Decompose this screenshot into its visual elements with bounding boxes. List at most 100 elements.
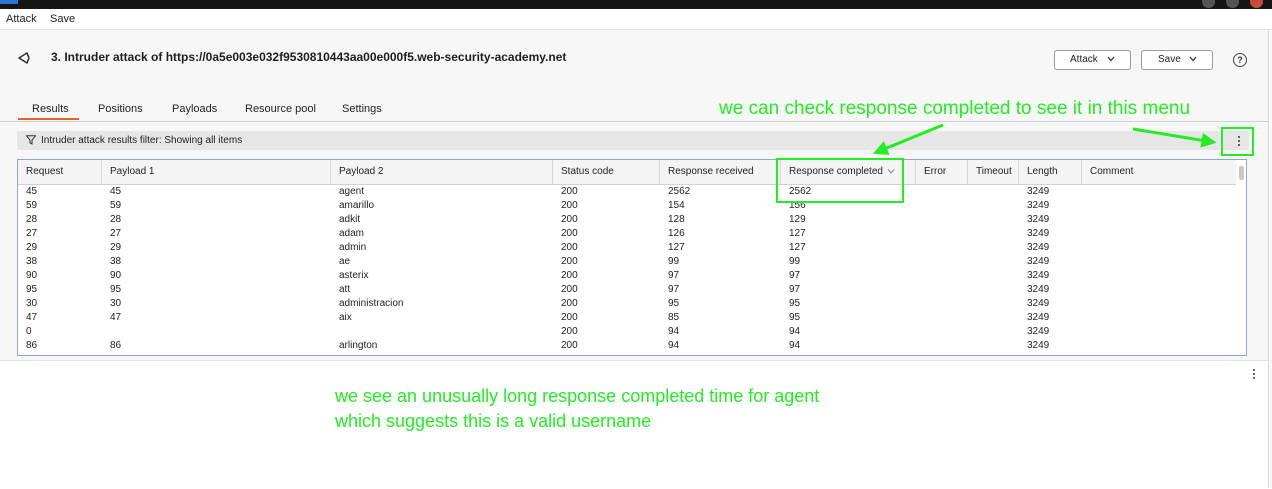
table-cell: 97 — [789, 284, 801, 295]
col-status-code[interactable]: Status code — [553, 160, 660, 184]
table-row[interactable]: 86 86 arlington 200 94 94 3249 — [18, 339, 1236, 353]
minimize-icon[interactable] — [1202, 0, 1215, 8]
help-icon[interactable]: ? — [1233, 53, 1247, 67]
table-cell: 129 — [789, 214, 806, 225]
table-cell — [916, 213, 968, 227]
table-cell — [916, 227, 968, 241]
attack-dropdown-button[interactable]: Attack — [1054, 50, 1131, 70]
table-cell — [1082, 227, 1236, 241]
table-row[interactable]: 38 38 ae 200 99 99 3249 — [18, 255, 1236, 269]
table-cell: 200 — [561, 256, 578, 267]
maximize-icon[interactable] — [1226, 0, 1239, 8]
col-length[interactable]: Length — [1019, 160, 1082, 184]
table-cell: 3249 — [1027, 242, 1050, 253]
table-cell: aix — [339, 312, 352, 323]
table-cell: 200 — [561, 242, 578, 253]
tab-positions[interactable]: Positions — [98, 103, 143, 115]
table-cell — [968, 255, 1019, 269]
table-cell: admin — [339, 242, 367, 253]
results-filter-bar[interactable]: Intruder attack results filter: Showing … — [17, 131, 1249, 150]
table-row[interactable]: 95 95 att 200 97 97 3249 — [18, 283, 1236, 297]
tab-resource-pool[interactable]: Resource pool — [245, 103, 316, 115]
window-titlebar — [0, 0, 1272, 9]
annotation-bottom-line2: which suggests this is a valid username — [335, 411, 652, 431]
col-payload-2[interactable]: Payload 2 — [331, 160, 553, 184]
table-cell — [1082, 269, 1236, 283]
annotation-top: we can check response completed to see i… — [719, 98, 1191, 119]
more-options-button[interactable] — [1221, 127, 1254, 156]
table-cell: 99 — [668, 256, 680, 267]
table-cell: 95 — [789, 298, 801, 309]
table-cell — [968, 227, 1019, 241]
table-cell: 85 — [668, 312, 680, 323]
lower-more-options-icon[interactable] — [1253, 369, 1256, 381]
table-cell: asterix — [339, 270, 369, 281]
table-cell: 200 — [561, 284, 578, 295]
table-cell — [102, 325, 331, 339]
table-cell — [968, 199, 1019, 213]
table-cell: 3249 — [1027, 256, 1050, 267]
table-cell: 95 — [668, 298, 680, 309]
table-cell: 94 — [789, 340, 801, 351]
table-cell: 127 — [668, 242, 685, 253]
table-cell: administracion — [339, 298, 404, 309]
table-cell: 95 — [789, 312, 801, 323]
table-cell: 99 — [789, 256, 801, 267]
close-icon[interactable] — [1250, 0, 1263, 8]
table-cell — [916, 269, 968, 283]
table-cell: 3249 — [1027, 340, 1050, 351]
table-cell: 3249 — [1027, 200, 1050, 211]
page-title: 3. Intruder attack of https://0a5e003e03… — [51, 50, 567, 64]
table-row[interactable]: 59 59 amarillo 200 154 156 3249 — [18, 199, 1236, 213]
table-cell: 200 — [561, 228, 578, 239]
table-row[interactable]: 29 29 admin 200 127 127 3249 — [18, 241, 1236, 255]
table-cell — [968, 213, 1019, 227]
table-cell: 59 — [110, 200, 122, 211]
table-row[interactable]: 0 200 94 94 3249 — [18, 325, 1236, 339]
table-cell: 97 — [668, 270, 680, 281]
table-cell: 45 — [26, 186, 38, 197]
table-cell — [968, 339, 1019, 353]
tab-results[interactable]: Results — [32, 103, 69, 115]
table-cell: 3249 — [1027, 270, 1050, 281]
save-dropdown-button[interactable]: Save — [1141, 50, 1213, 70]
table-cell: 97 — [789, 270, 801, 281]
table-cell — [916, 185, 968, 199]
menu-attack[interactable]: Attack — [6, 13, 37, 25]
table-cell: 30 — [110, 298, 122, 309]
table-cell: 3249 — [1027, 284, 1050, 295]
intruder-attack-icon — [18, 52, 30, 64]
table-cell — [968, 185, 1019, 199]
table-cell — [331, 325, 553, 339]
table-row[interactable]: 45 45 agent 200 2562 2562 3249 — [18, 185, 1236, 199]
col-timeout[interactable]: Timeout — [968, 160, 1019, 184]
col-payload-1[interactable]: Payload 1 — [102, 160, 331, 184]
menu-save[interactable]: Save — [50, 13, 75, 25]
table-cell: 3249 — [1027, 312, 1050, 323]
table-header: Request Payload 1 Payload 2 Status code … — [18, 160, 1236, 185]
right-gutter — [1268, 30, 1272, 488]
table-cell: 90 — [26, 270, 38, 281]
app-icon — [0, 0, 18, 4]
table-cell — [968, 283, 1019, 297]
table-cell — [968, 325, 1019, 339]
table-row[interactable]: 90 90 asterix 200 97 97 3249 — [18, 269, 1236, 283]
col-error[interactable]: Error — [916, 160, 968, 184]
col-request[interactable]: Request — [18, 160, 102, 184]
table-row[interactable]: 30 30 administracion 200 95 95 3249 — [18, 297, 1236, 311]
table-cell — [968, 241, 1019, 255]
table-row[interactable]: 47 47 aix 200 85 95 3249 — [18, 311, 1236, 325]
table-cell: 3249 — [1027, 326, 1050, 337]
table-cell: 28 — [26, 214, 38, 225]
table-cell: 128 — [668, 214, 685, 225]
tab-settings[interactable]: Settings — [342, 103, 382, 115]
table-cell — [968, 269, 1019, 283]
table-cell: 3249 — [1027, 228, 1050, 239]
tab-payloads[interactable]: Payloads — [172, 103, 217, 115]
col-comment[interactable]: Comment — [1082, 160, 1236, 184]
table-cell: 95 — [26, 284, 38, 295]
table-row[interactable]: 28 28 adkit 200 128 129 3249 — [18, 213, 1236, 227]
table-row[interactable]: 27 27 adam 200 126 127 3249 — [18, 227, 1236, 241]
col-response-received[interactable]: Response received — [660, 160, 781, 184]
table-scrollbar[interactable] — [1239, 166, 1244, 180]
